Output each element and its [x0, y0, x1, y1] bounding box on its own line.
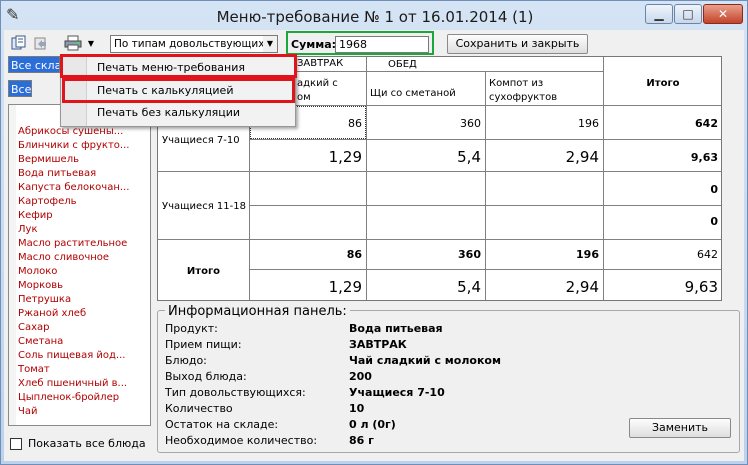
cell-cost-total: 5,4 [457, 278, 481, 296]
list-gutter [9, 105, 16, 425]
cell-qty-total: 642 [695, 117, 718, 130]
consumer-type-value: По типам довольствующихся [114, 38, 277, 50]
cell-cost[interactable]: 2,94 [486, 148, 599, 166]
list-item[interactable]: Сахар [18, 321, 150, 335]
show-all-dishes-checkbox[interactable]: Показать все блюда [10, 437, 160, 451]
list-item[interactable]: Капуста белокочан... [18, 181, 150, 195]
list-item[interactable]: Хлеб пшеничный в... [18, 377, 150, 391]
list-item[interactable]: Сметана [18, 335, 150, 349]
list-item[interactable]: Томат [18, 363, 150, 377]
list-item[interactable]: Морковь [18, 279, 150, 293]
info-key: Выход блюда: [165, 370, 247, 383]
cell-cost-total: 2,94 [565, 278, 599, 296]
list-item[interactable]: Лук [18, 223, 150, 237]
dish-header-tea-line1: адкий с [297, 78, 338, 89]
dish-header-tea-line2: ом [297, 92, 311, 103]
red-highlight-box [60, 54, 297, 78]
list-item[interactable]: Масло сливочное [18, 251, 150, 265]
store-filter-field[interactable]: Все склады [8, 56, 60, 73]
document-copy-icon[interactable] [10, 35, 28, 53]
app-icon: ✎ [6, 5, 20, 24]
maximize-button[interactable]: □ [674, 4, 702, 24]
minimize-button[interactable]: ▁ [645, 4, 673, 24]
list-item[interactable]: Кефир [18, 209, 150, 223]
info-key: Остаток на складе: [165, 418, 279, 431]
checkbox-box[interactable] [10, 438, 22, 450]
cell-qty-total: 196 [576, 248, 599, 261]
list-item[interactable]: Масло растительное [18, 237, 150, 251]
info-key: Тип довольствующихся: [165, 386, 306, 399]
cell-qty-total: 360 [458, 248, 481, 261]
row-label-7-10: Учащиеся 7-10 [162, 135, 240, 146]
list-item[interactable]: Ржаной хлеб [18, 307, 150, 321]
list-item[interactable]: Петрушка [18, 293, 150, 307]
info-key: Необходимое количество: [165, 434, 318, 447]
info-value: 0 л (0г) [349, 418, 396, 431]
dish-header-compote-line1: Компот из [489, 78, 544, 89]
info-value: Учащиеся 7-10 [349, 386, 445, 399]
cell-qty-total: 0 [710, 183, 718, 196]
row-label-11-18: Учащиеся 11-18 [162, 201, 246, 212]
cell-cost[interactable]: 5,4 [367, 148, 481, 166]
product-list[interactable]: Абрикосы сушены... Блинчики с фрукто... … [8, 104, 151, 426]
red-highlight-box [62, 78, 295, 103]
cell-cost-total: 1,29 [328, 278, 362, 296]
print-icon[interactable] [64, 35, 82, 53]
list-item[interactable]: Абрикосы сушены... [18, 125, 150, 139]
dish-header-compote-line2: сухофруктов [489, 92, 558, 103]
list-item[interactable]: Вода питьевая [18, 167, 150, 181]
info-value: Вода питьевая [349, 322, 443, 335]
dish-header-shchi: Щи со сметаной [370, 88, 456, 99]
close-button[interactable]: ✕ [703, 4, 743, 24]
cell-cost-total: 9,63 [690, 151, 718, 164]
info-key: Продукт: [165, 322, 218, 335]
info-key: Количество [165, 402, 233, 415]
cell-cost-total: 0 [710, 215, 718, 228]
consumer-type-select[interactable]: По типам довольствующихся ▼ [110, 35, 278, 53]
cell-cost-grand-total: 9,63 [684, 278, 718, 296]
save-and-close-button[interactable]: Сохранить и закрыть [447, 34, 588, 54]
all-filter-field[interactable]: Все [8, 80, 32, 97]
cell-qty[interactable]: 360 [367, 117, 481, 130]
list-item[interactable]: Соль пищевая йод... [18, 349, 150, 363]
meal-header-lunch: ОБЕД [388, 59, 417, 70]
info-value: 10 [349, 402, 365, 415]
title-bar[interactable]: ✎ Меню-требование № 1 от 16.01.2014 (1) … [0, 0, 748, 32]
replace-button[interactable]: Заменить [629, 418, 731, 438]
info-panel-title: Информационная панель: [165, 304, 350, 319]
list-item[interactable]: Вермишель [18, 153, 150, 167]
info-value: 200 [349, 370, 372, 383]
undo-icon[interactable] [32, 35, 50, 53]
print-dropdown-arrow[interactable]: ▼ [84, 36, 98, 52]
sum-label: Сумма: [291, 38, 337, 51]
list-item[interactable]: Блинчики с фрукто... [18, 139, 150, 153]
cell-qty[interactable]: 196 [486, 117, 599, 130]
show-all-dishes-label: Показать все блюда [28, 437, 146, 450]
total-column-header: Итого [646, 78, 680, 89]
info-value: Чай сладкий с молоком [349, 354, 501, 367]
cell-qty-total: 86 [346, 248, 362, 261]
cell-cost[interactable]: 1,29 [250, 148, 362, 166]
info-value: 86 г [349, 434, 374, 447]
cell-qty-grand-total: 642 [697, 248, 718, 261]
list-item[interactable]: Картофель [18, 195, 150, 209]
window-title: Меню-требование № 1 от 16.01.2014 (1) [216, 8, 534, 26]
menu-item-print-without-calculation[interactable]: Печать без калькуляции [97, 106, 240, 120]
sum-input[interactable]: 1968 [335, 36, 429, 53]
chevron-down-icon: ▼ [263, 36, 277, 52]
info-key: Прием пищи: [165, 338, 242, 351]
info-value: ЗАВТРАК [349, 338, 407, 351]
list-item[interactable]: Молоко [18, 265, 150, 279]
list-item[interactable]: Чай [18, 405, 150, 419]
list-item[interactable]: Цыпленок-бройлер [18, 391, 150, 405]
meal-header-breakfast: ЗАВТРАК [297, 58, 344, 69]
info-key: Блюдо: [165, 354, 207, 367]
row-label-total: Итого [186, 266, 221, 277]
